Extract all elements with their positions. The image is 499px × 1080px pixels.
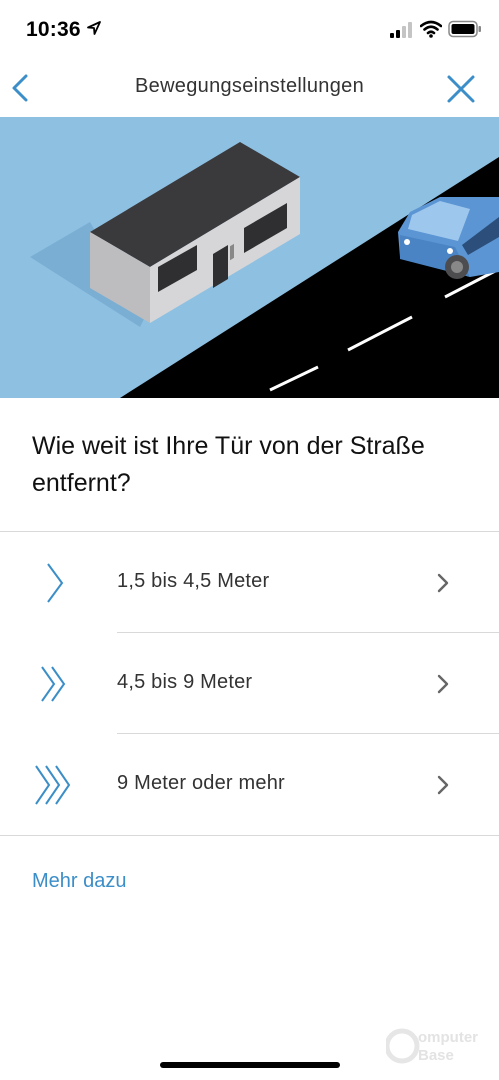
- option-row-short-distance[interactable]: 1,5 bis 4,5 Meter: [0, 532, 499, 633]
- option-label: 9 Meter oder mehr: [117, 772, 285, 794]
- chevron-right-icon: [437, 674, 449, 694]
- navigation-bar: Bewegungseinstellungen: [0, 60, 499, 117]
- home-indicator[interactable]: [160, 1062, 340, 1068]
- page-title: Bewegungseinstellungen: [135, 75, 364, 97]
- single-chevron-icon: [47, 563, 64, 603]
- option-row-medium-distance[interactable]: 4,5 bis 9 Meter: [0, 633, 499, 734]
- double-chevron-icon: [41, 666, 66, 702]
- wifi-icon: [420, 20, 442, 38]
- more-info-link[interactable]: Mehr dazu: [32, 870, 127, 893]
- option-label: 1,5 bis 4,5 Meter: [117, 570, 270, 592]
- divider: [0, 835, 499, 836]
- chevron-right-icon: [437, 573, 449, 593]
- battery-icon: [448, 20, 481, 38]
- chevron-right-icon: [437, 775, 449, 795]
- option-row-long-distance[interactable]: 9 Meter oder mehr: [0, 734, 499, 835]
- triple-chevron-icon: [35, 765, 71, 805]
- svg-text:omputer: omputer: [418, 1029, 478, 1046]
- status-time: 10:36: [26, 18, 81, 41]
- status-bar: 10:36: [0, 0, 499, 60]
- option-label: 4,5 bis 9 Meter: [117, 671, 253, 693]
- cellular-signal-icon: [390, 22, 412, 38]
- location-arrow-icon: [87, 21, 101, 35]
- computerbase-watermark-logo: omputer Base: [386, 1028, 478, 1064]
- house-street-illustration: [0, 117, 499, 398]
- svg-text:Base: Base: [418, 1047, 454, 1064]
- question-heading: Wie weit ist Ihre Tür von der Straße ent…: [32, 432, 425, 497]
- close-icon[interactable]: [446, 74, 476, 104]
